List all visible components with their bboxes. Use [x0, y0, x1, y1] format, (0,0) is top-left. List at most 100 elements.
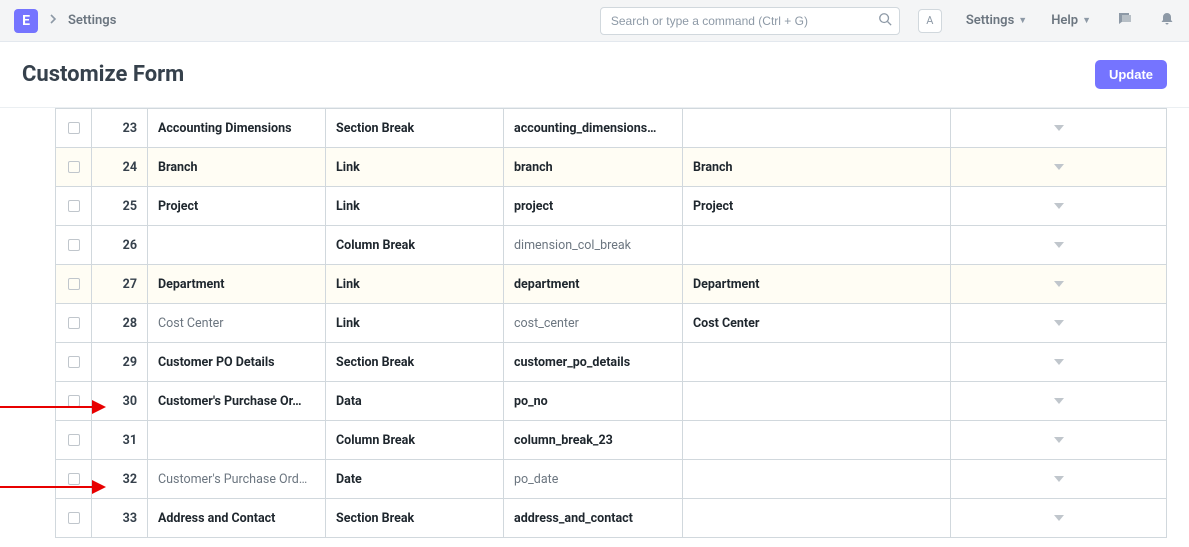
field-type[interactable]: Data	[326, 382, 504, 420]
table-row[interactable]: 23 Accounting Dimensions Section Break a…	[56, 108, 1166, 147]
row-checkbox[interactable]	[68, 161, 80, 173]
row-menu-button[interactable]	[951, 499, 1166, 537]
app-logo[interactable]: E	[14, 9, 38, 33]
row-menu-button[interactable]	[951, 343, 1166, 381]
field-options[interactable]: Department	[683, 265, 951, 303]
field-name[interactable]: accounting_dimensions…	[504, 109, 683, 147]
field-name[interactable]: column_break_23	[504, 421, 683, 459]
table-row[interactable]: 28 Cost Center Link cost_center Cost Cen…	[56, 303, 1166, 342]
table-row[interactable]: 31 Column Break column_break_23	[56, 420, 1166, 459]
row-index: 29	[92, 343, 148, 381]
caret-down-icon	[1054, 164, 1064, 170]
field-type[interactable]: Date	[326, 460, 504, 498]
field-name[interactable]: address_and_contact	[504, 499, 683, 537]
field-options[interactable]	[683, 382, 951, 420]
table-row[interactable]: 33 Address and Contact Section Break add…	[56, 498, 1166, 537]
table-row[interactable]: 32 Customer's Purchase Ord… Date po_date	[56, 459, 1166, 498]
field-options[interactable]: Branch	[683, 148, 951, 186]
table-row[interactable]: 30 Customer's Purchase Or… Data po_no	[56, 381, 1166, 420]
row-menu-button[interactable]	[951, 382, 1166, 420]
field-type[interactable]: Link	[326, 304, 504, 342]
field-options[interactable]	[683, 499, 951, 537]
row-checkbox[interactable]	[68, 122, 80, 134]
row-menu-button[interactable]	[951, 109, 1166, 147]
field-name[interactable]: po_no	[504, 382, 683, 420]
row-checkbox[interactable]	[68, 200, 80, 212]
table-row[interactable]: 24 Branch Link branch Branch	[56, 147, 1166, 186]
field-type[interactable]: Section Break	[326, 499, 504, 537]
nav-settings-label: Settings	[966, 13, 1014, 28]
field-options[interactable]	[683, 460, 951, 498]
row-checkbox[interactable]	[68, 239, 80, 251]
table-row[interactable]: 29 Customer PO Details Section Break cus…	[56, 342, 1166, 381]
update-button[interactable]: Update	[1095, 60, 1167, 89]
table-row[interactable]: 25 Project Link project Project	[56, 186, 1166, 225]
breadcrumb-settings[interactable]: Settings	[68, 13, 116, 28]
field-label[interactable]: Accounting Dimensions	[148, 109, 326, 147]
row-menu-button[interactable]	[951, 421, 1166, 459]
nav-help-menu[interactable]: Help ▼	[1051, 13, 1091, 28]
field-options[interactable]	[683, 109, 951, 147]
field-type[interactable]: Link	[326, 187, 504, 225]
search-input[interactable]	[600, 7, 900, 35]
row-index: 27	[92, 265, 148, 303]
row-menu-button[interactable]	[951, 226, 1166, 264]
page-header: Customize Form Update	[0, 42, 1189, 108]
row-checkbox[interactable]	[68, 278, 80, 290]
field-type[interactable]: Column Break	[326, 226, 504, 264]
field-name[interactable]: cost_center	[504, 304, 683, 342]
row-menu-button[interactable]	[951, 265, 1166, 303]
bell-icon[interactable]	[1159, 11, 1175, 31]
row-checkbox[interactable]	[68, 512, 80, 524]
field-label[interactable]	[148, 226, 326, 264]
annotation-arrow	[0, 406, 104, 408]
chat-icon[interactable]	[1117, 11, 1133, 31]
field-options[interactable]: Cost Center	[683, 304, 951, 342]
field-options[interactable]	[683, 421, 951, 459]
field-name[interactable]: customer_po_details	[504, 343, 683, 381]
table-row[interactable]: 27 Department Link department Department	[56, 264, 1166, 303]
field-name[interactable]: po_date	[504, 460, 683, 498]
caret-down-icon	[1054, 203, 1064, 209]
row-menu-button[interactable]	[951, 148, 1166, 186]
field-label[interactable]: Branch	[148, 148, 326, 186]
row-checkbox[interactable]	[68, 317, 80, 329]
field-options[interactable]	[683, 343, 951, 381]
field-label[interactable]: Customer PO Details	[148, 343, 326, 381]
field-label[interactable]: Customer's Purchase Or…	[148, 382, 326, 420]
field-type[interactable]: Section Break	[326, 343, 504, 381]
row-menu-button[interactable]	[951, 304, 1166, 342]
field-label[interactable]: Address and Contact	[148, 499, 326, 537]
field-label[interactable]: Customer's Purchase Ord…	[148, 460, 326, 498]
field-name[interactable]: branch	[504, 148, 683, 186]
caret-down-icon	[1054, 242, 1064, 248]
nav-help-label: Help	[1051, 13, 1078, 28]
table-row[interactable]: 26 Column Break dimension_col_break	[56, 225, 1166, 264]
field-label[interactable]: Project	[148, 187, 326, 225]
page-title: Customize Form	[22, 62, 1095, 87]
field-type[interactable]: Link	[326, 265, 504, 303]
search-icon	[878, 12, 892, 30]
field-name[interactable]: department	[504, 265, 683, 303]
field-name[interactable]: project	[504, 187, 683, 225]
field-type[interactable]: Section Break	[326, 109, 504, 147]
field-type[interactable]: Link	[326, 148, 504, 186]
row-menu-button[interactable]	[951, 460, 1166, 498]
row-checkbox[interactable]	[68, 356, 80, 368]
nav-settings-menu[interactable]: Settings ▼	[966, 13, 1027, 28]
row-menu-button[interactable]	[951, 187, 1166, 225]
field-options[interactable]	[683, 226, 951, 264]
caret-down-icon	[1054, 359, 1064, 365]
navbar: E Settings A Settings ▼ Help ▼	[0, 0, 1189, 42]
field-label[interactable]: Cost Center	[148, 304, 326, 342]
field-label[interactable]	[148, 421, 326, 459]
row-checkbox[interactable]	[68, 473, 80, 485]
field-type[interactable]: Column Break	[326, 421, 504, 459]
field-name[interactable]: dimension_col_break	[504, 226, 683, 264]
avatar[interactable]: A	[918, 9, 942, 33]
row-index: 23	[92, 109, 148, 147]
field-label[interactable]: Department	[148, 265, 326, 303]
row-checkbox[interactable]	[68, 434, 80, 446]
field-options[interactable]: Project	[683, 187, 951, 225]
row-index: 26	[92, 226, 148, 264]
